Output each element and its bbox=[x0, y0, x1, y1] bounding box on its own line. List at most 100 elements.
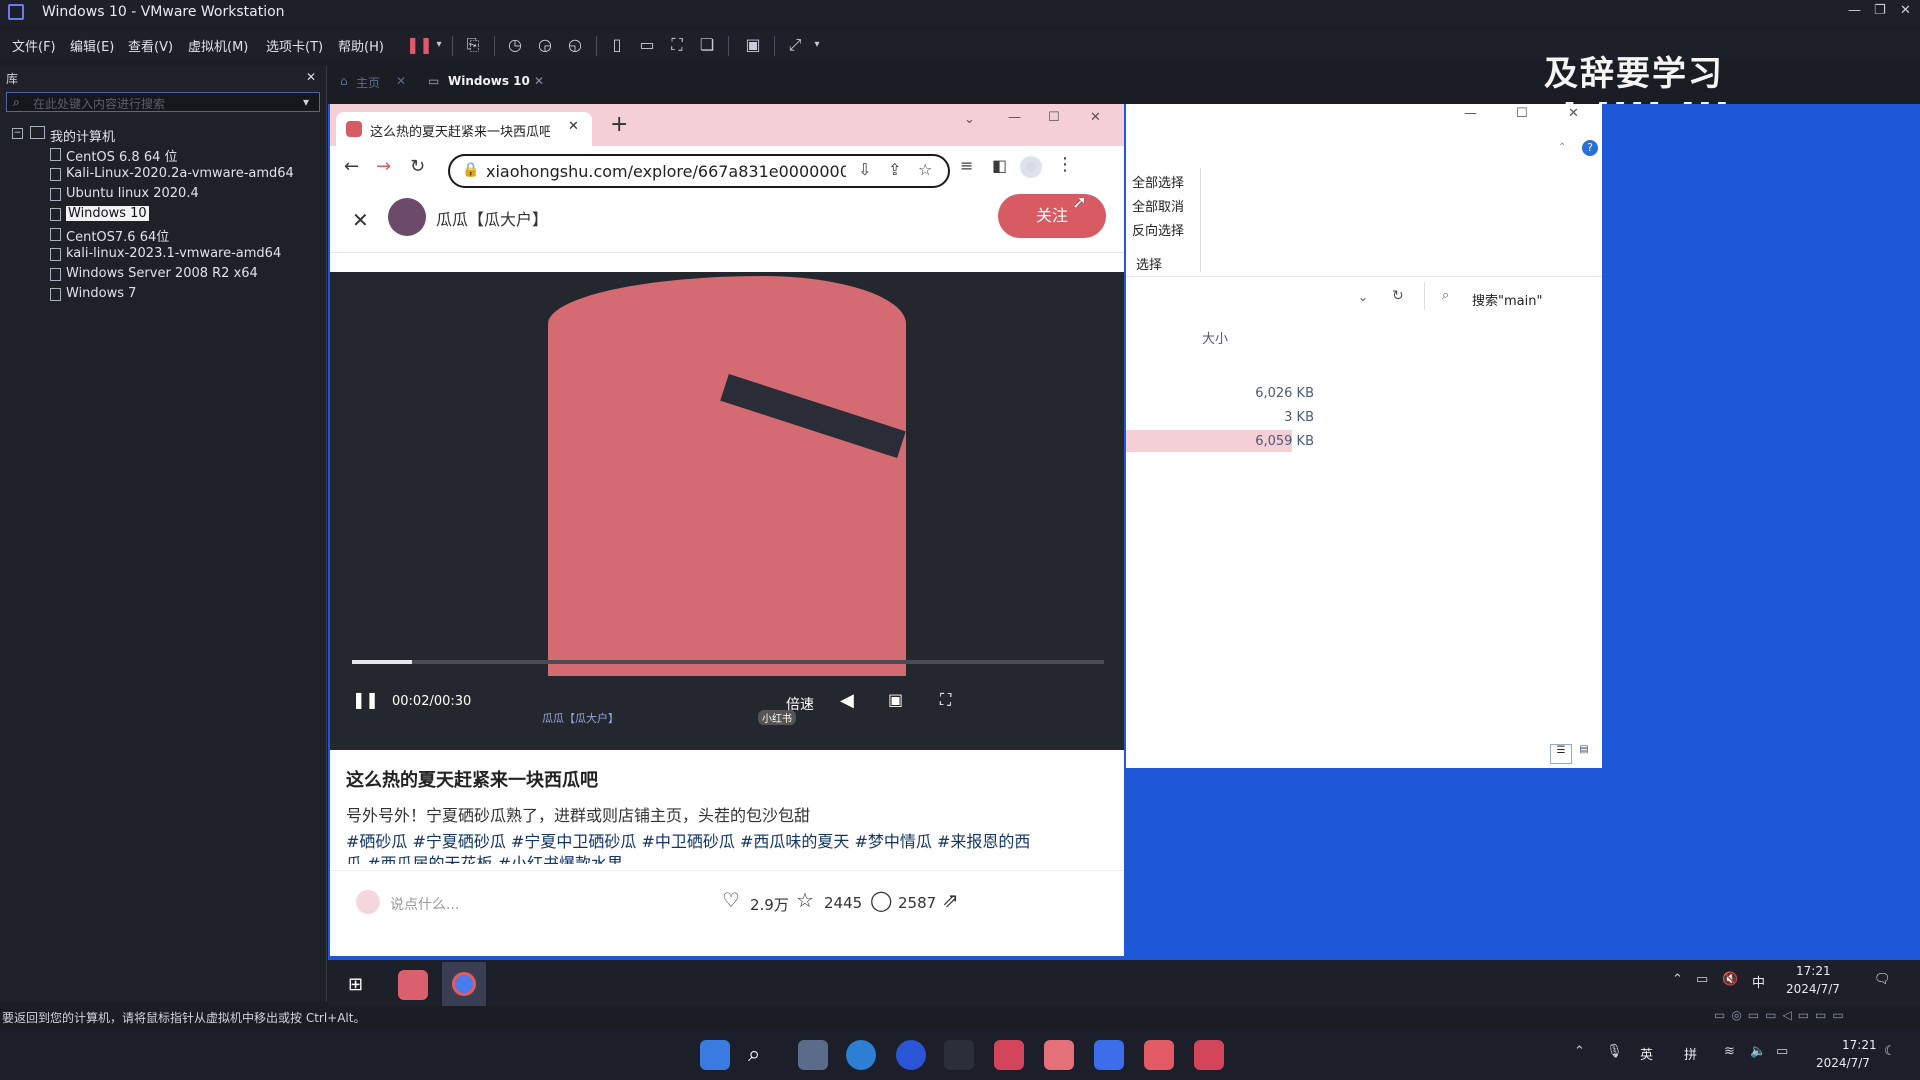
guest-clock-date[interactable]: 2024/7/7 bbox=[1786, 982, 1840, 996]
vm-item[interactable]: CentOS 6.8 64 位 bbox=[66, 146, 178, 165]
vm-item[interactable]: CentOS7.6 64位 bbox=[66, 226, 169, 245]
picture-in-picture-icon[interactable]: ▣ bbox=[888, 690, 903, 709]
vm-item[interactable]: Windows 7 bbox=[66, 286, 136, 301]
vm-item[interactable]: kali-linux-2023.1-vmware-amd64 bbox=[66, 246, 281, 261]
task-view-icon[interactable] bbox=[798, 1040, 828, 1070]
menu-kebab-icon[interactable]: ⋮ bbox=[1056, 154, 1074, 175]
dropdown-icon[interactable]: ▾ bbox=[806, 34, 828, 56]
vm-item[interactable]: Kali-Linux-2020.2a-vmware-amd64 bbox=[66, 166, 294, 181]
close-button[interactable]: ✕ bbox=[1090, 110, 1101, 125]
terminal-icon[interactable] bbox=[944, 1040, 974, 1070]
menu-file[interactable]: 文件(F) bbox=[12, 36, 56, 55]
dropdown-icon[interactable]: ▾ bbox=[428, 34, 450, 56]
new-tab-icon[interactable]: + bbox=[610, 112, 628, 137]
close-tab-icon[interactable]: ✕ bbox=[396, 74, 406, 88]
menu-edit[interactable]: 编辑(E) bbox=[70, 36, 114, 55]
fullscreen-icon[interactable]: ⛶ bbox=[940, 690, 951, 710]
minimize-button[interactable]: — bbox=[1008, 110, 1021, 125]
profile-avatar-icon[interactable]: ● bbox=[1020, 156, 1042, 178]
video-player[interactable]: ❚❚ 00:02/00:30 瓜瓜【瓜大户】 小红书 倍速 ◀ ▣ ⛶ bbox=[330, 272, 1124, 750]
bookmark-star-icon[interactable]: ☆ bbox=[918, 160, 932, 179]
comment-icon[interactable]: ◯ bbox=[870, 888, 892, 912]
device-status-icons[interactable]: ▭◎▭▭◁▭▭▭ bbox=[1714, 1008, 1850, 1022]
tiles-view-icon[interactable]: ▤ bbox=[1574, 744, 1594, 762]
battery-icon[interactable]: ▭ bbox=[1776, 1044, 1788, 1059]
chevron-down-icon[interactable]: ▾ bbox=[303, 95, 309, 109]
snapshot-manager-icon[interactable]: ◵ bbox=[564, 34, 586, 56]
app-icon[interactable] bbox=[1144, 1040, 1174, 1070]
guest-clock-time[interactable]: 17:21 bbox=[1796, 964, 1831, 978]
volume-icon[interactable]: 🔈 bbox=[1750, 1044, 1766, 1059]
notification-icon[interactable]: 🗨 bbox=[1874, 972, 1891, 987]
ribbon-invert-selection[interactable]: 反向选择 bbox=[1132, 220, 1184, 239]
comment-input[interactable]: 说点什么... bbox=[390, 894, 459, 914]
minimize-button[interactable]: — bbox=[1848, 3, 1861, 18]
ribbon-select-none[interactable]: 全部取消 bbox=[1132, 196, 1184, 215]
ribbon-select-all[interactable]: 全部选择 bbox=[1132, 172, 1184, 191]
browser-tab[interactable]: 这么热的夏天赶紧来一块西瓜吧 ✕ bbox=[336, 112, 592, 146]
app-icon[interactable] bbox=[994, 1040, 1024, 1070]
menu-help[interactable]: 帮助(H) bbox=[338, 36, 384, 55]
collect-star-icon[interactable]: ☆ bbox=[796, 888, 814, 912]
library-toggle-icon[interactable]: ▯ bbox=[606, 34, 628, 56]
reload-icon[interactable]: ↻ bbox=[410, 156, 425, 177]
follow-button[interactable]: 关注 bbox=[998, 194, 1106, 238]
restore-button[interactable]: ❐ bbox=[1874, 3, 1886, 18]
host-clock-date[interactable]: 2024/7/7 bbox=[1816, 1056, 1870, 1070]
details-view-icon[interactable]: ☰ bbox=[1550, 744, 1572, 764]
close-button[interactable]: ✕ bbox=[1900, 3, 1911, 18]
avatar[interactable] bbox=[388, 198, 426, 236]
taskbar-chrome-active[interactable] bbox=[442, 962, 486, 1006]
close-note-icon[interactable]: ✕ bbox=[352, 208, 369, 232]
pause-vm-icon[interactable]: ❚❚ bbox=[406, 34, 433, 56]
like-icon[interactable]: ♡ bbox=[722, 888, 740, 912]
menu-vm[interactable]: 虚拟机(M) bbox=[188, 36, 248, 55]
thumbnail-bar-icon[interactable]: ▭ bbox=[636, 34, 658, 56]
vm-item[interactable]: Windows Server 2008 R2 x64 bbox=[66, 266, 258, 281]
chevron-up-icon[interactable]: ⌃ bbox=[1672, 972, 1683, 987]
search-icon[interactable]: ⌕ bbox=[748, 1042, 760, 1067]
console-view-icon[interactable]: ▣ bbox=[742, 34, 764, 56]
url-bar[interactable]: 🔒 xiaohongshu.com/explore/667a831e000000… bbox=[448, 154, 950, 188]
library-search-input[interactable]: ⌕ 在此处键入内容进行搜索 ▾ bbox=[6, 92, 320, 112]
app-icon[interactable] bbox=[1194, 1040, 1224, 1070]
share-icon[interactable]: ⇗ bbox=[942, 888, 959, 912]
mute-icon[interactable]: ◀ bbox=[840, 690, 854, 711]
stretch-guest-icon[interactable]: ⤢ bbox=[784, 34, 806, 56]
send-ctrl-alt-del-icon[interactable]: ⎘ bbox=[462, 34, 484, 56]
reading-list-icon[interactable]: ≡ bbox=[960, 156, 973, 175]
help-icon[interactable]: ? bbox=[1582, 140, 1598, 156]
column-header-size[interactable]: 大小 bbox=[1202, 328, 1228, 347]
unity-icon[interactable]: ❏ bbox=[696, 34, 718, 56]
author-name[interactable]: 瓜瓜【瓜大户】 bbox=[436, 206, 548, 230]
chevron-up-icon[interactable]: ⌃ bbox=[1558, 142, 1566, 153]
forward-icon[interactable]: → bbox=[376, 156, 391, 177]
explorer-search-input[interactable]: 搜索"main" bbox=[1472, 290, 1542, 309]
app-icon[interactable] bbox=[1044, 1040, 1074, 1070]
fullscreen-icon[interactable]: ⛶ bbox=[666, 34, 688, 56]
edge-icon[interactable] bbox=[846, 1040, 876, 1070]
network-icon[interactable]: ▭ bbox=[1696, 972, 1708, 987]
close-tab-icon[interactable]: ✕ bbox=[534, 74, 544, 88]
collapse-toggle[interactable]: − bbox=[12, 128, 23, 139]
maximize-button[interactable]: ☐ bbox=[1516, 106, 1528, 121]
pause-icon[interactable]: ❚❚ bbox=[352, 690, 379, 709]
tab-home[interactable]: 主页 bbox=[356, 74, 380, 91]
tab-search-icon[interactable]: ⌄ bbox=[964, 112, 975, 127]
host-clock-time[interactable]: 17:21 bbox=[1842, 1038, 1877, 1052]
wifi-icon[interactable]: ≋ bbox=[1724, 1044, 1735, 1059]
tree-root-my-computer[interactable]: 我的计算机 bbox=[50, 126, 115, 145]
start-icon[interactable]: ⊞ bbox=[348, 974, 363, 995]
side-panel-icon[interactable]: ◧ bbox=[992, 156, 1007, 175]
moon-icon[interactable]: ☾ bbox=[1884, 1044, 1896, 1059]
microphone-icon[interactable]: 🎙 bbox=[1606, 1044, 1623, 1059]
start-icon[interactable] bbox=[700, 1040, 730, 1070]
close-tab-icon[interactable]: ✕ bbox=[568, 119, 579, 134]
minimize-button[interactable]: — bbox=[1464, 106, 1477, 121]
taskbar-app-icon[interactable] bbox=[398, 970, 428, 1000]
close-library-icon[interactable]: ✕ bbox=[306, 70, 316, 84]
app-icon[interactable] bbox=[896, 1040, 926, 1070]
vm-item[interactable]: Ubuntu linux 2020.4 bbox=[66, 186, 199, 201]
snapshot-icon[interactable]: ◷ bbox=[504, 34, 526, 56]
playback-speed-button[interactable]: 倍速 bbox=[786, 694, 814, 714]
